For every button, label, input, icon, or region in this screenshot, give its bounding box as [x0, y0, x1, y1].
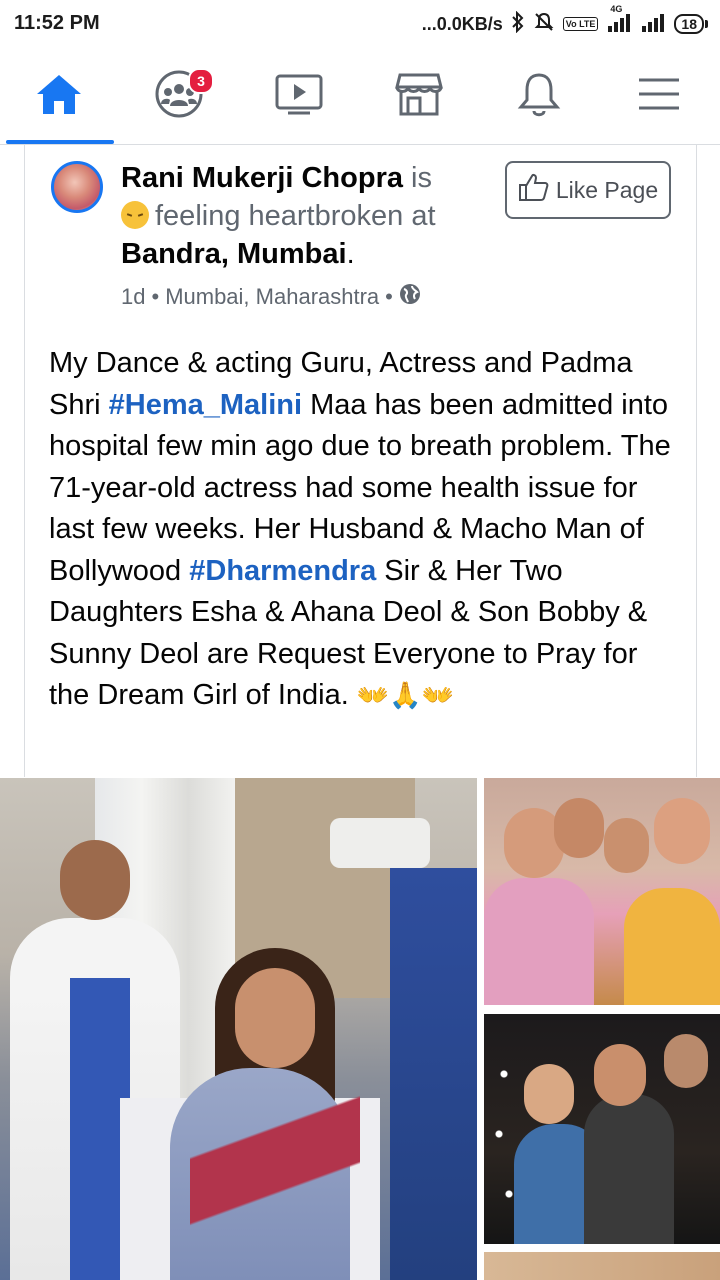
like-page-label: Like Page	[555, 176, 659, 203]
meta-dot: •	[151, 284, 160, 309]
post-body: My Dance & acting Guru, Actress and Padm…	[49, 343, 679, 717]
bluetooth-icon	[511, 10, 525, 38]
groups-badge: 3	[188, 68, 214, 94]
bell-icon	[516, 70, 562, 123]
nav-watch[interactable]	[240, 48, 358, 144]
play-icon	[274, 73, 324, 120]
nav-home[interactable]	[0, 48, 118, 144]
hamburger-icon	[636, 74, 682, 119]
top-nav: 3	[0, 48, 720, 145]
home-icon	[34, 72, 84, 121]
post-header: Rani Mukerji Chopra is feeling heartbrok…	[121, 159, 501, 273]
more-photo[interactable]	[484, 1252, 720, 1280]
place-suffix: .	[346, 238, 355, 270]
volte-icon: Vo LTE	[562, 17, 599, 31]
family-photo[interactable]	[484, 778, 720, 1005]
nav-menu[interactable]	[600, 48, 718, 144]
heartbroken-emoji-icon	[121, 201, 149, 229]
event-photo[interactable]	[484, 1014, 720, 1244]
author-name[interactable]: Rani Mukerji Chopra	[121, 162, 403, 194]
battery-level: 18	[681, 16, 697, 32]
post-photos	[0, 778, 720, 1280]
store-icon	[394, 71, 444, 122]
thumbs-up-icon	[518, 172, 550, 208]
nav-groups[interactable]: 3	[120, 48, 238, 144]
status-bar: 11:52 PM ...0.0KB/s Vo LTE 4G 18	[0, 0, 720, 48]
author-avatar[interactable]	[51, 161, 103, 213]
post-location[interactable]: Mumbai, Maharashtra	[165, 284, 379, 310]
like-page-button[interactable]: Like Page	[505, 161, 671, 219]
network-speed: ...0.0KB/s	[421, 13, 503, 34]
status-time: 11:52 PM	[14, 12, 100, 34]
globe-icon	[399, 283, 421, 311]
prayer-hands-emoji-icon: 👐🙏👐	[356, 680, 454, 710]
hospital-photo[interactable]	[0, 778, 477, 1280]
post-card: Rani Mukerji Chopra is feeling heartbrok…	[24, 145, 697, 777]
feeling-text: feeling heartbroken at	[155, 200, 436, 232]
hashtag-hema-malini[interactable]: #Hema_Malini	[109, 389, 302, 421]
header-verb: is	[403, 162, 432, 194]
nav-notifications[interactable]	[480, 48, 598, 144]
post-meta: 1d • Mumbai, Maharashtra •	[121, 283, 421, 311]
nav-marketplace[interactable]	[360, 48, 478, 144]
status-icons: ...0.0KB/s Vo LTE 4G 18	[421, 4, 708, 38]
post-time[interactable]: 1d	[121, 284, 145, 310]
meta-dot: •	[385, 284, 393, 309]
mute-icon	[533, 11, 555, 38]
signal-icon	[640, 12, 666, 37]
hashtag-dharmendra[interactable]: #Dharmendra	[189, 555, 376, 587]
battery-icon: 18	[674, 14, 708, 34]
checkin-place[interactable]: Bandra, Mumbai	[121, 238, 347, 270]
active-tab-indicator	[6, 140, 114, 144]
network-type: 4G	[610, 3, 623, 14]
signal-4g-icon: 4G	[606, 4, 632, 37]
